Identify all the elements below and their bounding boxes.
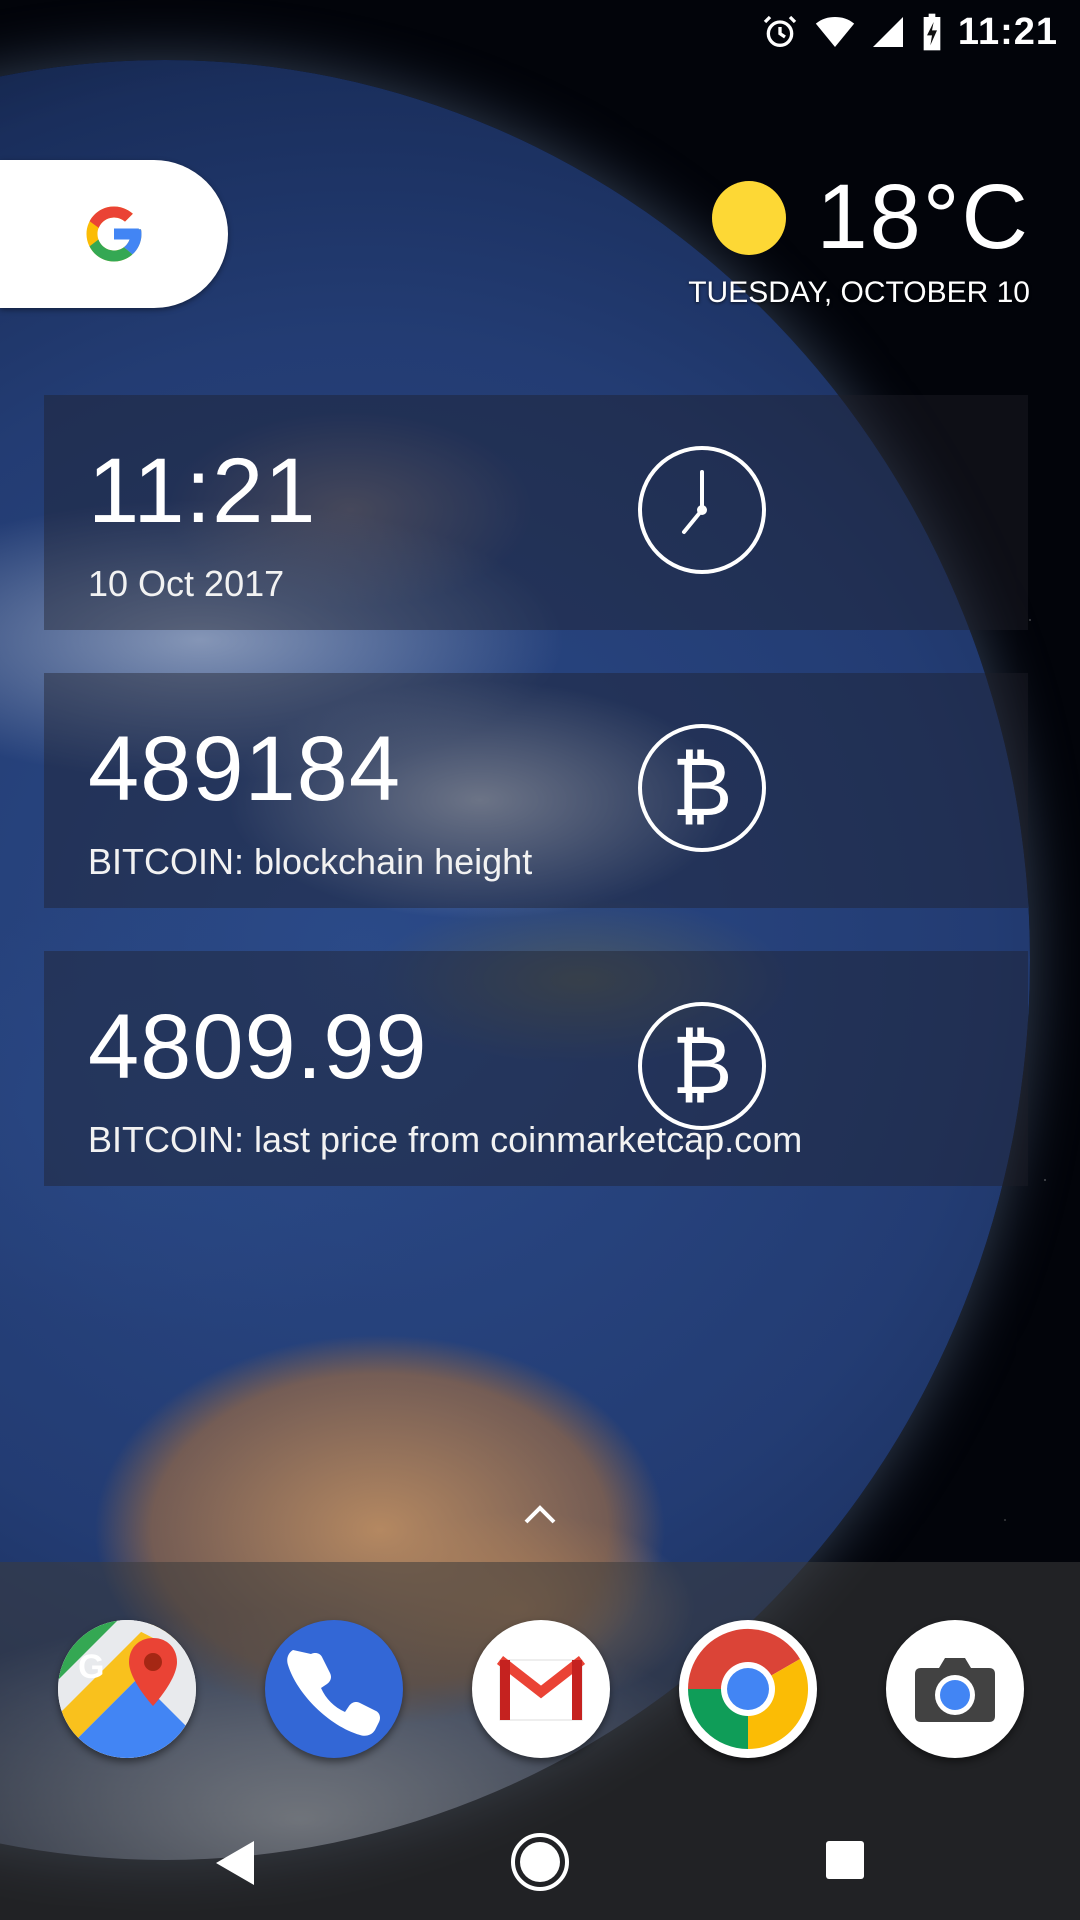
home-icon[interactable] <box>509 1831 571 1893</box>
widget-value: 11:21 <box>88 440 317 542</box>
widget-value: 489184 <box>88 718 401 820</box>
status-time: 11:21 <box>957 10 1058 53</box>
wifi-icon <box>815 17 855 47</box>
bitcoin-glyph: ₿ <box>671 742 733 833</box>
clock-widget[interactable]: 11:21 10 Oct 2017 <box>44 395 1028 630</box>
back-icon[interactable] <box>214 1839 258 1887</box>
battery-charging-icon <box>923 13 941 51</box>
cell-signal-icon <box>872 17 903 47</box>
widget-label: BITCOIN: blockchain height <box>88 841 533 882</box>
svg-text:G: G <box>78 1648 104 1686</box>
status-bar: 11:21 <box>0 0 1080 64</box>
bitcoin-glyph: ₿ <box>671 1020 733 1111</box>
app-drawer-chevron-icon[interactable] <box>522 1500 558 1526</box>
google-pill-edge <box>0 160 30 308</box>
weather-date[interactable]: TUESDAY, OCTOBER 10 <box>688 276 1030 310</box>
google-g-icon <box>86 206 142 262</box>
recents-icon[interactable] <box>824 1839 866 1881</box>
widget-value: 4809.99 <box>88 996 428 1098</box>
navigation-bar <box>0 1795 1080 1920</box>
alarm-icon <box>763 15 797 48</box>
weather-temperature: 18°C <box>816 166 1030 268</box>
clock-icon <box>638 446 766 574</box>
bitcoin-height-widget[interactable]: 489184 BITCOIN: blockchain height ₿ <box>44 673 1028 908</box>
phone-app-icon[interactable] <box>265 1620 403 1758</box>
widget-label: 10 Oct 2017 <box>88 563 285 604</box>
camera-app-icon[interactable] <box>886 1620 1024 1758</box>
gmail-app-icon[interactable] <box>472 1620 610 1758</box>
weather-widget[interactable]: 18°C <box>712 165 1030 270</box>
google-search-button[interactable] <box>0 160 228 308</box>
bitcoin-icon: ₿ <box>638 1002 766 1130</box>
maps-app-icon[interactable]: G <box>58 1620 196 1758</box>
chrome-app-icon[interactable] <box>679 1620 817 1758</box>
bitcoin-icon: ₿ <box>638 724 766 852</box>
sun-icon <box>712 180 787 255</box>
bitcoin-price-widget[interactable]: 4809.99 BITCOIN: last price from coinmar… <box>44 951 1028 1186</box>
